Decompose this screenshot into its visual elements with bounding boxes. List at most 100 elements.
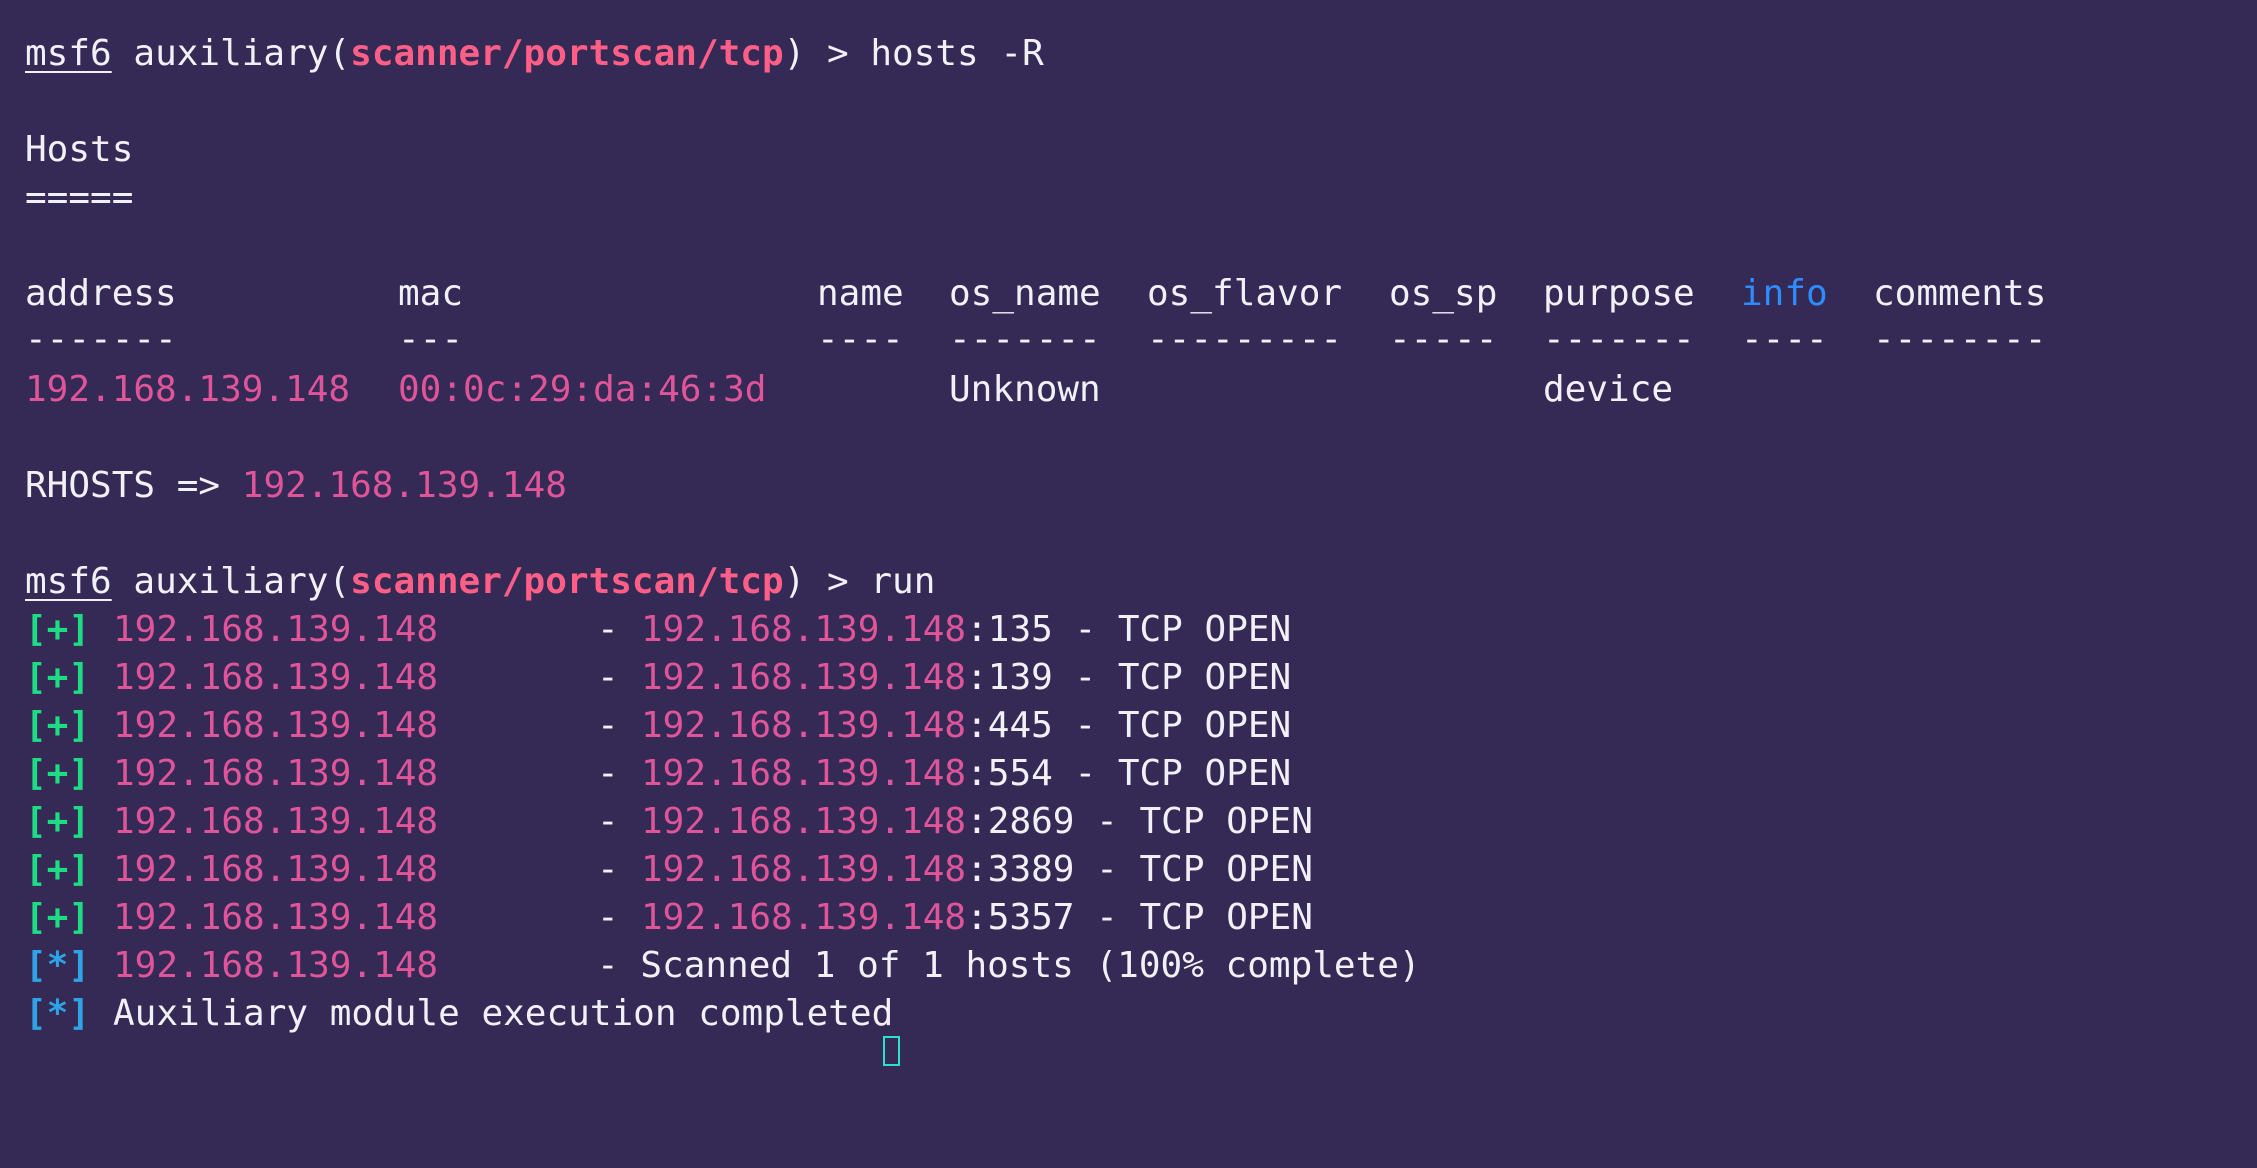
col-info: info: [1741, 273, 1828, 314]
scan-host: 192.168.139.148: [113, 705, 439, 746]
rhosts-value: 192.168.139.148: [241, 465, 567, 506]
scan-result-line: [+] 192.168.139.148 - 192.168.139.148:53…: [25, 896, 2225, 940]
row-os-name: Unknown: [949, 369, 1101, 410]
row-purpose: device: [1543, 369, 1674, 410]
col-os-name: os_name: [949, 273, 1101, 314]
scan-host: 192.168.139.148: [113, 945, 439, 986]
port-status: - TCP OPEN: [1052, 657, 1292, 698]
target-port: :554: [966, 753, 1053, 794]
col-comments: comments: [1873, 273, 2047, 314]
col-address: address: [25, 273, 177, 314]
target-port: :139: [966, 657, 1053, 698]
module-type: auxiliary: [133, 561, 329, 602]
scan-host: 192.168.139.148: [113, 657, 439, 698]
success-tag: [+]: [25, 897, 91, 938]
port-status: - TCP OPEN: [1052, 705, 1292, 746]
scan-target: 192.168.139.148:3389 - TCP OPEN: [641, 848, 1313, 892]
module-path: scanner/portscan/tcp: [350, 33, 784, 74]
scan-target: 192.168.139.148:139 - TCP OPEN: [641, 656, 1291, 700]
hosts-title: Hosts: [25, 129, 134, 170]
sep-info: ----: [1741, 319, 1828, 360]
scan-target: 192.168.139.148:5357 - TCP OPEN: [641, 896, 1313, 940]
sep-name: ----: [817, 319, 904, 360]
sep-os-flavor: ---------: [1147, 319, 1343, 360]
module-type: auxiliary: [133, 33, 329, 74]
msf-prompt-label: msf6: [25, 561, 112, 602]
scan-summary-line: [*] 192.168.139.148 - Scanned 1 of 1 hos…: [25, 944, 2225, 988]
row-mac: 00:0c:29:da:46:3d: [398, 369, 767, 410]
scan-summary-text: - Scanned 1 of 1 hosts (100% complete): [597, 945, 1421, 986]
sep-address: -------: [25, 319, 177, 360]
port-status: - TCP OPEN: [1074, 801, 1313, 842]
info-tag: [*]: [25, 945, 91, 986]
target-ip: 192.168.139.148: [641, 609, 967, 650]
scan-result-line: [+] 192.168.139.148 - 192.168.139.148:13…: [25, 656, 2225, 700]
target-ip: 192.168.139.148: [641, 753, 967, 794]
module-complete-line: [*] Auxiliary module execution completed: [25, 992, 2225, 1036]
paren-open: (: [328, 561, 351, 602]
col-mac: mac: [398, 273, 464, 314]
port-status: - TCP OPEN: [1074, 849, 1313, 890]
prompt-caret: ) >: [783, 33, 849, 74]
hosts-title-underline: =====: [25, 177, 134, 218]
scan-dash: -: [597, 801, 619, 842]
success-tag: [+]: [25, 609, 91, 650]
target-port: :5357: [966, 897, 1075, 938]
success-tag: [+]: [25, 849, 91, 890]
prompt-caret: ) >: [783, 561, 849, 602]
msf-prompt-label: msf6: [25, 33, 112, 74]
port-status: - TCP OPEN: [1052, 753, 1292, 794]
target-ip: 192.168.139.148: [641, 849, 967, 890]
hosts-table-separator: ------- --- ---- ------- --------- -----…: [25, 318, 2225, 362]
hosts-table-header: address mac name os_name os_flavor os_sp…: [25, 272, 2225, 316]
scan-host: 192.168.139.148: [113, 609, 439, 650]
paren-open: (: [328, 33, 351, 74]
scan-host: 192.168.139.148: [113, 849, 439, 890]
success-tag: [+]: [25, 801, 91, 842]
col-os-flavor: os_flavor: [1147, 273, 1343, 314]
sep-purpose: -------: [1543, 319, 1695, 360]
target-ip: 192.168.139.148: [641, 705, 967, 746]
sep-comments: --------: [1873, 319, 2047, 360]
scan-host: 192.168.139.148: [113, 897, 439, 938]
sep-os-sp: -----: [1389, 319, 1498, 360]
scan-target: 192.168.139.148:554 - TCP OPEN: [641, 752, 1291, 796]
scan-dash: -: [597, 849, 619, 890]
target-port: :3389: [966, 849, 1075, 890]
success-tag: [+]: [25, 705, 91, 746]
row-address: 192.168.139.148: [25, 369, 351, 410]
scan-dash: -: [597, 609, 619, 650]
command-hosts: hosts -R: [870, 33, 1044, 74]
scan-target: 192.168.139.148:135 - TCP OPEN: [641, 608, 1291, 652]
target-ip: 192.168.139.148: [641, 897, 967, 938]
prompt-line-hosts: msf6 auxiliary(scanner/portscan/tcp) > h…: [25, 32, 1044, 76]
table-row: 192.168.139.148 00:0c:29:da:46:3d Unknow…: [25, 368, 2225, 412]
scan-dash: -: [597, 657, 619, 698]
module-path: scanner/portscan/tcp: [350, 561, 784, 602]
module-complete-text: Auxiliary module execution completed: [113, 993, 894, 1034]
col-name: name: [817, 273, 904, 314]
scan-target: 192.168.139.148:2869 - TCP OPEN: [641, 800, 1313, 844]
terminal-window[interactable]: msf6 auxiliary(scanner/portscan/tcp) > h…: [0, 0, 2257, 1066]
target-ip: 192.168.139.148: [641, 801, 967, 842]
success-tag: [+]: [25, 753, 91, 794]
sep-mac: ---: [398, 319, 464, 360]
scan-host: 192.168.139.148: [113, 801, 439, 842]
prompt-line-run: msf6 auxiliary(scanner/portscan/tcp) > r…: [25, 560, 935, 604]
col-os-sp: os_sp: [1389, 273, 1498, 314]
rhosts-line: RHOSTS => 192.168.139.148: [25, 464, 567, 508]
sep-os-name: -------: [949, 319, 1101, 360]
terminal-cursor: [883, 1036, 900, 1066]
target-port: :445: [966, 705, 1053, 746]
port-status: - TCP OPEN: [1052, 609, 1292, 650]
scan-dash: -: [597, 897, 619, 938]
scan-result-line: [+] 192.168.139.148 - 192.168.139.148:55…: [25, 752, 2225, 796]
target-port: :2869: [966, 801, 1075, 842]
target-port: :135: [966, 609, 1053, 650]
scan-host: 192.168.139.148: [113, 753, 439, 794]
scan-target: 192.168.139.148:445 - TCP OPEN: [641, 704, 1291, 748]
scan-result-line: [+] 192.168.139.148 - 192.168.139.148:33…: [25, 848, 2225, 892]
success-tag: [+]: [25, 657, 91, 698]
col-purpose: purpose: [1543, 273, 1695, 314]
scan-result-line: [+] 192.168.139.148 - 192.168.139.148:28…: [25, 800, 2225, 844]
